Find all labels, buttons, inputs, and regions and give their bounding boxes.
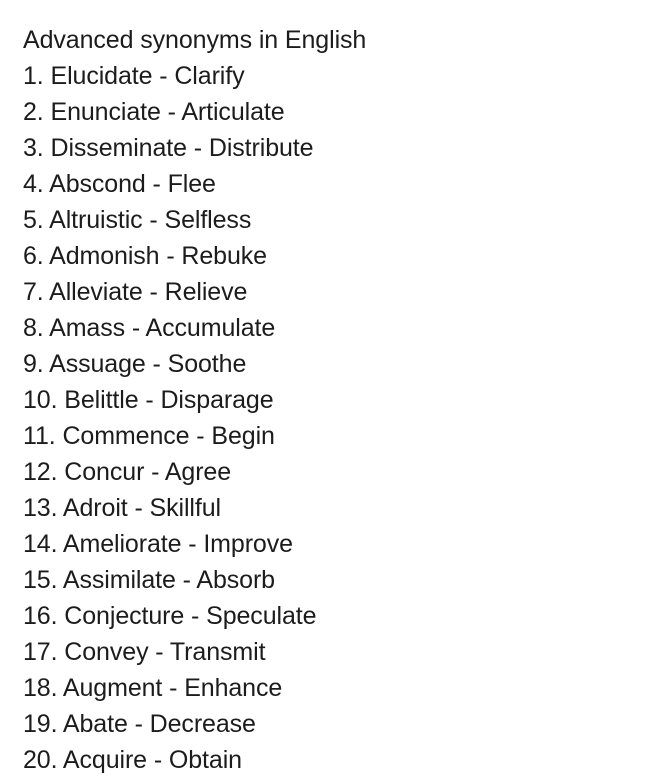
list-item: 9. Assuage - Soothe: [23, 350, 247, 378]
synonym-list: 1. Elucidate - Clarify 2. Enunciate - Art…: [23, 58, 656, 778]
list-item: 19. Abate - Decrease: [23, 710, 256, 738]
list-item: 18. Augment - Enhance: [23, 674, 283, 702]
list-item: 13. Adroit - Skillful: [23, 494, 221, 522]
list-item: 11. Commence - Begin: [23, 422, 275, 450]
list-item: 12. Concur - Agree: [23, 458, 232, 486]
list-item: 6. Admonish - Rebuke: [23, 242, 267, 270]
list-item: 4. Abscond - Flee: [23, 170, 216, 198]
list-item: 10. Belittle - Disparage: [23, 386, 274, 414]
list-item: 2. Enunciate - Articulate: [23, 98, 285, 126]
list-item: 3. Disseminate - Distribute: [23, 134, 314, 162]
list-item: 15. Assimilate - Absorb: [23, 566, 275, 594]
list-item: 14. Ameliorate - Improve: [23, 530, 293, 558]
list-item: 8. Amass - Accumulate: [23, 314, 276, 342]
list-item: 1. Elucidate - Clarify: [23, 62, 245, 90]
list-item: 5. Altruistic - Selfless: [23, 206, 252, 234]
page-title: Advanced synonyms in English: [23, 26, 367, 54]
list-item: 17. Convey - Transmit: [23, 638, 266, 666]
list-item: 16. Conjecture - Speculate: [23, 602, 317, 630]
list-item: 20. Acquire - Obtain: [23, 746, 242, 774]
document-page: Advanced synonyms in English 1. Elucidat…: [0, 0, 656, 777]
list-item: 7. Alleviate - Relieve: [23, 278, 248, 306]
